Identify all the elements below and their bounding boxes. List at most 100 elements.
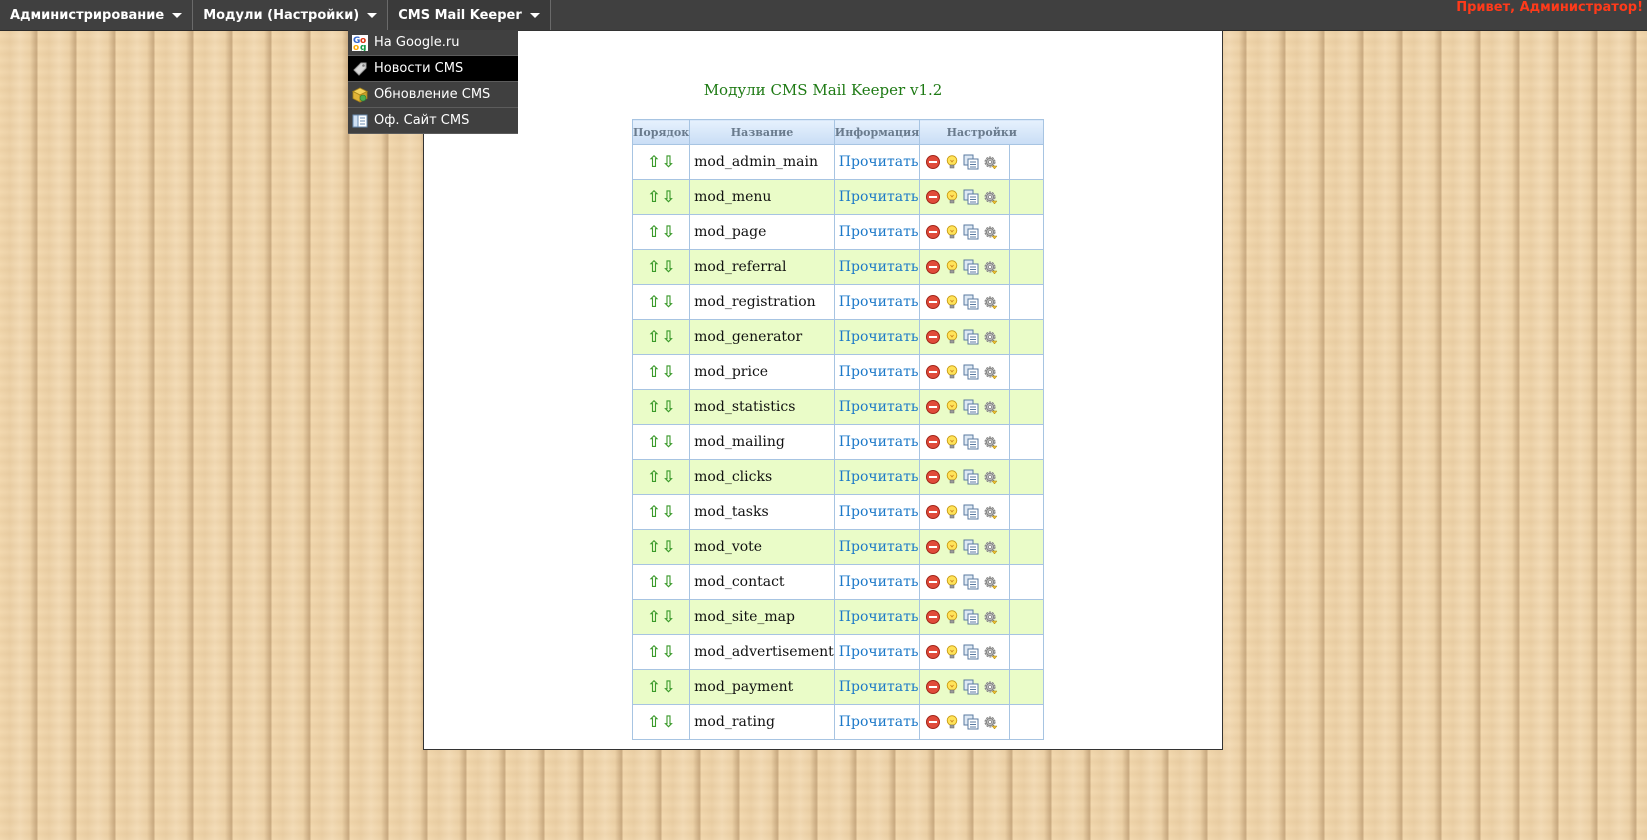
arrow-up-icon[interactable]: ⇧ (647, 188, 660, 205)
arrow-up-icon[interactable]: ⇧ (647, 433, 660, 450)
read-link[interactable]: Прочитать (839, 364, 919, 380)
read-link[interactable]: Прочитать (839, 259, 919, 275)
arrow-up-icon[interactable]: ⇧ (647, 678, 660, 695)
arrow-down-icon[interactable]: ⇩ (662, 188, 675, 205)
copy-icon[interactable] (963, 539, 979, 555)
settings-gear-icon[interactable] (982, 224, 998, 240)
copy-icon[interactable] (963, 259, 979, 275)
arrow-up-icon[interactable]: ⇧ (647, 503, 660, 520)
arrow-up-icon[interactable]: ⇧ (647, 538, 660, 555)
arrow-up-icon[interactable]: ⇧ (647, 468, 660, 485)
lightbulb-icon[interactable] (944, 364, 960, 380)
arrow-down-icon[interactable]: ⇩ (662, 258, 675, 275)
arrow-down-icon[interactable]: ⇩ (662, 538, 675, 555)
delete-icon[interactable] (925, 294, 941, 310)
arrow-up-icon[interactable]: ⇧ (647, 713, 660, 730)
copy-icon[interactable] (963, 399, 979, 415)
lightbulb-icon[interactable] (944, 574, 960, 590)
dropdown-item-official-site[interactable]: Оф. Сайт CMS (348, 108, 518, 134)
delete-icon[interactable] (925, 154, 941, 170)
menu-administration[interactable]: Администрирование (0, 0, 194, 30)
settings-gear-icon[interactable] (982, 154, 998, 170)
lightbulb-icon[interactable] (944, 679, 960, 695)
read-link[interactable]: Прочитать (839, 679, 919, 695)
arrow-down-icon[interactable]: ⇩ (662, 608, 675, 625)
arrow-up-icon[interactable]: ⇧ (647, 328, 660, 345)
dropdown-item-google[interactable]: G o o g На Google.ru (348, 30, 518, 56)
menu-cms-mail-keeper[interactable]: CMS Mail Keeper (388, 0, 551, 30)
arrow-down-icon[interactable]: ⇩ (662, 293, 675, 310)
copy-icon[interactable] (963, 329, 979, 345)
lightbulb-icon[interactable] (944, 504, 960, 520)
read-link[interactable]: Прочитать (839, 224, 919, 240)
arrow-down-icon[interactable]: ⇩ (662, 223, 675, 240)
arrow-up-icon[interactable]: ⇧ (647, 258, 660, 275)
arrow-down-icon[interactable]: ⇩ (662, 713, 675, 730)
delete-icon[interactable] (925, 329, 941, 345)
settings-gear-icon[interactable] (982, 574, 998, 590)
menu-modules-settings[interactable]: Модули (Настройки) (193, 0, 389, 30)
arrow-up-icon[interactable]: ⇧ (647, 573, 660, 590)
copy-icon[interactable] (963, 644, 979, 660)
arrow-up-icon[interactable]: ⇧ (647, 363, 660, 380)
arrow-down-icon[interactable]: ⇩ (662, 503, 675, 520)
read-link[interactable]: Прочитать (839, 399, 919, 415)
delete-icon[interactable] (925, 574, 941, 590)
delete-icon[interactable] (925, 539, 941, 555)
settings-gear-icon[interactable] (982, 434, 998, 450)
lightbulb-icon[interactable] (944, 434, 960, 450)
settings-gear-icon[interactable] (982, 329, 998, 345)
arrow-up-icon[interactable]: ⇧ (647, 153, 660, 170)
copy-icon[interactable] (963, 504, 979, 520)
lightbulb-icon[interactable] (944, 399, 960, 415)
lightbulb-icon[interactable] (944, 189, 960, 205)
lightbulb-icon[interactable] (944, 224, 960, 240)
arrow-up-icon[interactable]: ⇧ (647, 643, 660, 660)
settings-gear-icon[interactable] (982, 294, 998, 310)
arrow-down-icon[interactable]: ⇩ (662, 398, 675, 415)
settings-gear-icon[interactable] (982, 714, 998, 730)
arrow-up-icon[interactable]: ⇧ (647, 398, 660, 415)
settings-gear-icon[interactable] (982, 644, 998, 660)
read-link[interactable]: Прочитать (839, 294, 919, 310)
arrow-down-icon[interactable]: ⇩ (662, 678, 675, 695)
delete-icon[interactable] (925, 224, 941, 240)
read-link[interactable]: Прочитать (839, 504, 919, 520)
settings-gear-icon[interactable] (982, 399, 998, 415)
arrow-down-icon[interactable]: ⇩ (662, 328, 675, 345)
read-link[interactable]: Прочитать (839, 539, 919, 555)
arrow-down-icon[interactable]: ⇩ (662, 573, 675, 590)
copy-icon[interactable] (963, 574, 979, 590)
copy-icon[interactable] (963, 714, 979, 730)
delete-icon[interactable] (925, 399, 941, 415)
delete-icon[interactable] (925, 434, 941, 450)
delete-icon[interactable] (925, 469, 941, 485)
settings-gear-icon[interactable] (982, 504, 998, 520)
settings-gear-icon[interactable] (982, 539, 998, 555)
read-link[interactable]: Прочитать (839, 189, 919, 205)
lightbulb-icon[interactable] (944, 609, 960, 625)
delete-icon[interactable] (925, 714, 941, 730)
delete-icon[interactable] (925, 644, 941, 660)
copy-icon[interactable] (963, 189, 979, 205)
lightbulb-icon[interactable] (944, 469, 960, 485)
settings-gear-icon[interactable] (982, 679, 998, 695)
read-link[interactable]: Прочитать (839, 154, 919, 170)
read-link[interactable]: Прочитать (839, 714, 919, 730)
copy-icon[interactable] (963, 434, 979, 450)
lightbulb-icon[interactable] (944, 329, 960, 345)
arrow-down-icon[interactable]: ⇩ (662, 433, 675, 450)
lightbulb-icon[interactable] (944, 539, 960, 555)
lightbulb-icon[interactable] (944, 259, 960, 275)
delete-icon[interactable] (925, 189, 941, 205)
delete-icon[interactable] (925, 609, 941, 625)
arrow-down-icon[interactable]: ⇩ (662, 363, 675, 380)
settings-gear-icon[interactable] (982, 189, 998, 205)
copy-icon[interactable] (963, 224, 979, 240)
settings-gear-icon[interactable] (982, 364, 998, 380)
lightbulb-icon[interactable] (944, 154, 960, 170)
delete-icon[interactable] (925, 504, 941, 520)
arrow-down-icon[interactable]: ⇩ (662, 153, 675, 170)
settings-gear-icon[interactable] (982, 469, 998, 485)
arrow-up-icon[interactable]: ⇧ (647, 293, 660, 310)
